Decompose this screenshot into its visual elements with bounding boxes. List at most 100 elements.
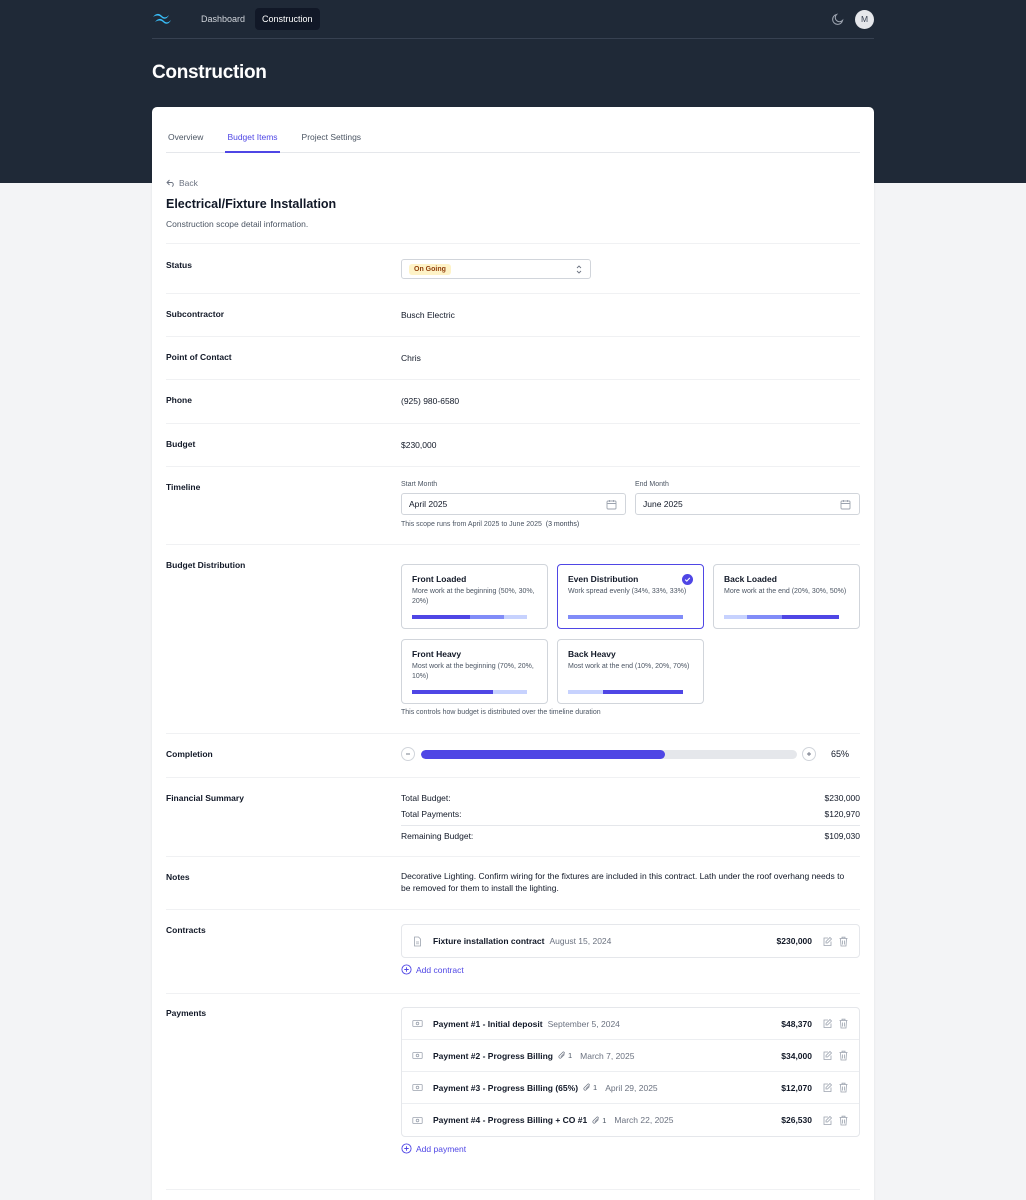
- end-month-label: End Month: [635, 481, 669, 488]
- edit-icon[interactable]: [822, 1018, 833, 1029]
- attachment-count[interactable]: 1: [583, 1083, 597, 1092]
- option-description: Most work at the end (10%, 20%, 70%): [568, 663, 690, 670]
- end-month-input[interactable]: June 2025: [635, 493, 860, 515]
- add-contract-button[interactable]: Add contract: [401, 964, 464, 975]
- distribution-option-back-heavy[interactable]: Back Heavy Most work at the end (10%, 20…: [557, 639, 704, 704]
- back-link[interactable]: Back: [166, 178, 198, 188]
- option-description: More work at the end (20%, 30%, 50%): [724, 588, 847, 595]
- divider: [166, 466, 860, 467]
- divider: [166, 777, 860, 778]
- status-badge: On Going: [409, 263, 451, 275]
- nav-link-dashboard[interactable]: Dashboard: [194, 8, 252, 30]
- payment-row[interactable]: Payment #3 - Progress Billing (65%) 1 Ap…: [402, 1072, 859, 1104]
- trash-icon[interactable]: [838, 1018, 849, 1029]
- distribution-segment: [412, 690, 493, 694]
- payment-name: Payment #3 - Progress Billing (65%): [433, 1082, 579, 1093]
- timeline-hint-text: This scope runs from April 2025 to June …: [401, 521, 542, 528]
- completion-increase-button[interactable]: [802, 747, 816, 761]
- completion-slider[interactable]: [421, 750, 797, 759]
- contract-date: August 15, 2024: [549, 936, 612, 946]
- option-title: Front Heavy: [412, 649, 462, 659]
- option-description: More work at the beginning (50%, 30%, 20…: [412, 588, 535, 605]
- add-payment-button[interactable]: Add payment: [401, 1143, 466, 1154]
- distribution-option-front-heavy[interactable]: Front Heavy Most work at the beginning (…: [401, 639, 548, 704]
- edit-icon[interactable]: [822, 1050, 833, 1061]
- timeline-hint: This scope runs from April 2025 to June …: [401, 521, 579, 528]
- nav-link-construction[interactable]: Construction: [255, 8, 320, 30]
- cash-icon: [412, 1052, 423, 1059]
- payment-name: Payment #1 - Initial deposit: [433, 1018, 543, 1029]
- top-navigation: Dashboard Construction M: [152, 0, 874, 39]
- tab-budget-items[interactable]: Budget Items: [225, 107, 280, 153]
- divider: [166, 544, 860, 545]
- payments-list: Payment #1 - Initial deposit September 5…: [401, 1007, 860, 1137]
- check-circle-icon: [682, 574, 693, 585]
- distribution-bar: [568, 690, 683, 694]
- edit-icon[interactable]: [822, 936, 833, 947]
- status-select[interactable]: On Going: [401, 259, 591, 279]
- row-actions: [817, 1050, 849, 1061]
- contact-label: Point of Contact: [166, 352, 232, 362]
- contract-amount: $230,000: [776, 936, 812, 946]
- trash-icon[interactable]: [838, 1050, 849, 1061]
- divider: [166, 379, 860, 380]
- calendar-icon[interactable]: [840, 499, 851, 510]
- distribution-bar: [568, 615, 683, 619]
- start-month-input[interactable]: April 2025: [401, 493, 626, 515]
- distribution-option-even[interactable]: Even Distribution Work spread evenly (34…: [557, 564, 704, 629]
- tab-overview[interactable]: Overview: [166, 107, 205, 153]
- logo-icon[interactable]: [152, 12, 172, 26]
- calendar-icon[interactable]: [606, 499, 617, 510]
- edit-icon[interactable]: [822, 1082, 833, 1093]
- distribution-segment: [568, 690, 580, 694]
- start-month-value: April 2025: [409, 499, 448, 509]
- row-actions: [817, 1082, 849, 1093]
- paperclip-icon: [558, 1051, 565, 1059]
- financial-summary-label: Financial Summary: [166, 793, 244, 803]
- tab-project-settings[interactable]: Project Settings: [300, 107, 364, 153]
- paperclip-icon: [592, 1116, 599, 1124]
- budget-label: Budget: [166, 439, 196, 449]
- trash-icon[interactable]: [838, 1082, 849, 1093]
- attachment-count[interactable]: 1: [592, 1116, 606, 1125]
- distribution-segment: [412, 615, 470, 619]
- contract-row[interactable]: Fixture installation contract August 15,…: [402, 925, 859, 957]
- payment-row[interactable]: Payment #1 - Initial deposit September 5…: [402, 1008, 859, 1040]
- completion-percent: 65%: [831, 749, 850, 759]
- scope-subtitle: Construction scope detail information.: [166, 219, 309, 229]
- attachment-count-value: 1: [567, 1051, 573, 1060]
- payment-row[interactable]: Payment #4 - Progress Billing + CO #1 1 …: [402, 1104, 859, 1136]
- financial-row-value: $120,970: [824, 809, 860, 819]
- option-description: Work spread evenly (34%, 33%, 33%): [568, 588, 687, 595]
- subcontractor-label: Subcontractor: [166, 309, 225, 319]
- contracts-list: Fixture installation contract August 15,…: [401, 924, 860, 958]
- row-actions: [817, 936, 849, 947]
- trash-icon[interactable]: [838, 1115, 849, 1126]
- distribution-segment: [602, 690, 683, 694]
- completion-decrease-button[interactable]: [401, 747, 415, 761]
- cash-icon: [412, 1020, 423, 1027]
- dark-mode-icon[interactable]: [831, 12, 845, 26]
- document-icon: [414, 936, 421, 946]
- completion-fill: [421, 750, 666, 759]
- plus-icon: [807, 752, 811, 756]
- attachment-count[interactable]: 1: [558, 1051, 572, 1060]
- distribution-option-back-loaded[interactable]: Back Loaded More work at the end (20%, 3…: [713, 564, 860, 629]
- trash-icon[interactable]: [838, 936, 849, 947]
- contract-name: Fixture installation contract: [433, 936, 545, 946]
- option-title: Back Heavy: [568, 649, 616, 659]
- edit-icon[interactable]: [822, 1115, 833, 1126]
- user-avatar[interactable]: M: [855, 9, 874, 29]
- payment-amount: $26,530: [781, 1115, 812, 1125]
- distribution-segment: [645, 615, 683, 619]
- budget-value: $230,000: [401, 440, 437, 450]
- payment-date: April 29, 2025: [605, 1082, 658, 1093]
- distribution-bar: [412, 615, 527, 619]
- option-description: Most work at the beginning (70%, 20%, 10…: [412, 663, 534, 680]
- chevron-up-down-icon: [576, 265, 582, 274]
- cash-icon: [412, 1084, 423, 1091]
- divider: [166, 1189, 860, 1190]
- payment-row[interactable]: Payment #2 - Progress Billing 1 March 7,…: [402, 1040, 859, 1072]
- plus-circle-icon: [401, 1143, 412, 1154]
- distribution-option-front-loaded[interactable]: Front Loaded More work at the beginning …: [401, 564, 548, 629]
